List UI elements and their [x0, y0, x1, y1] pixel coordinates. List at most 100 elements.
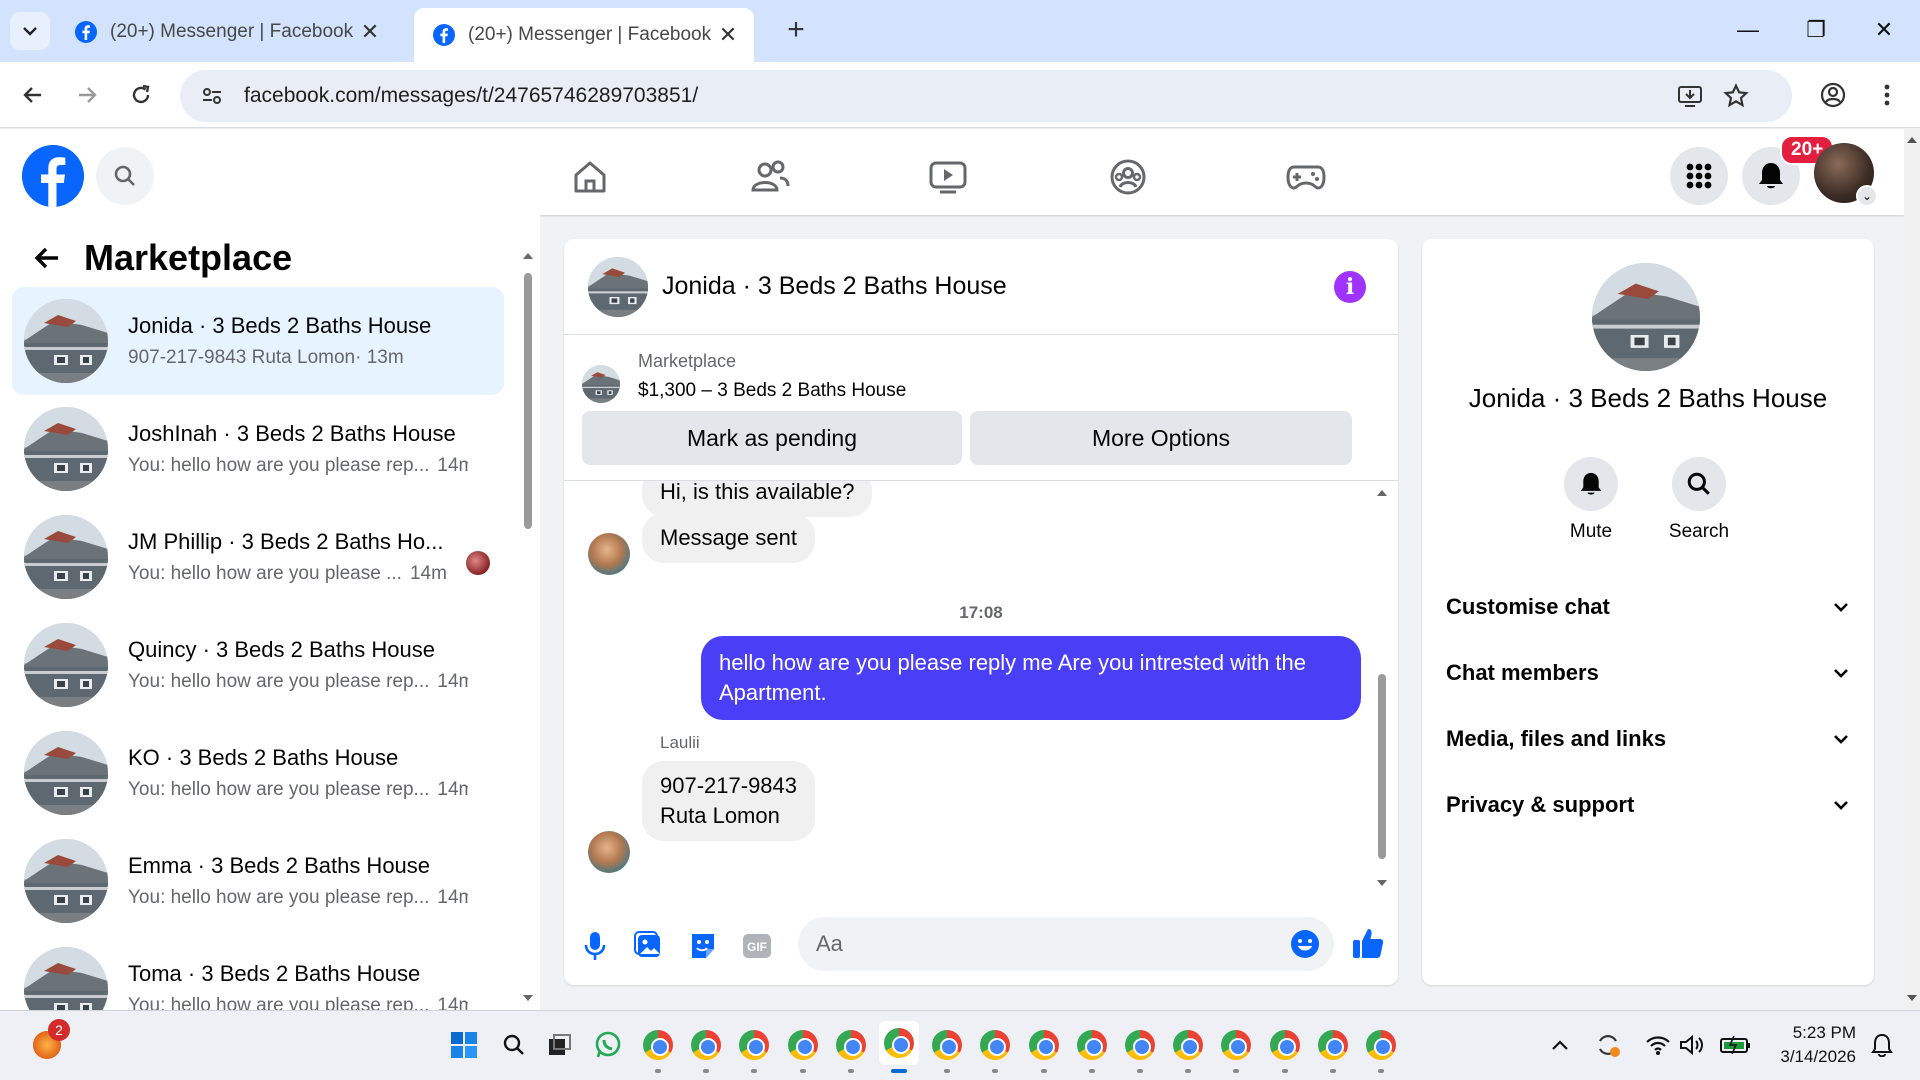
chat-list-scrollbar[interactable]	[520, 245, 536, 1010]
conversation-item[interactable]: Emma · 3 Beds 2 Baths House You: hello h…	[12, 827, 504, 935]
browser-tab[interactable]: (20+) Messenger | Facebook ✕	[56, 10, 396, 54]
message-line: 907-217-9843	[660, 773, 798, 798]
wifi-icon[interactable]	[1640, 1027, 1676, 1063]
chat-avatar[interactable]	[588, 257, 648, 317]
photo-icon[interactable]	[632, 929, 666, 963]
minimize-button[interactable]: —	[1718, 10, 1778, 50]
chrome-window-button[interactable]	[1218, 1027, 1254, 1063]
nav-friends[interactable]	[742, 149, 798, 205]
chrome-window-button[interactable]	[879, 1021, 919, 1065]
tab-search-button[interactable]	[10, 12, 50, 50]
home-icon	[574, 161, 606, 193]
page-title: Marketplace	[84, 237, 293, 278]
taskbar-search-button[interactable]	[496, 1027, 532, 1063]
conversation-time: 14m	[437, 887, 468, 908]
task-view-button[interactable]	[542, 1027, 578, 1063]
clock-date: 3/14/2026	[1780, 1047, 1856, 1066]
microphone-icon[interactable]	[578, 929, 612, 963]
new-tab-button[interactable]: +	[780, 13, 812, 46]
chrome-window-button[interactable]	[1315, 1027, 1351, 1063]
back-button[interactable]	[14, 76, 52, 114]
listing-banner[interactable]: Marketplace $1,300 – 3 Beds 2 Baths Hous…	[582, 351, 906, 403]
conversation-item[interactable]: Quincy · 3 Beds 2 Baths House You: hello…	[12, 611, 504, 719]
conversation-item[interactable]: KO · 3 Beds 2 Baths House You: hello how…	[12, 719, 504, 827]
close-window-button[interactable]: ✕	[1854, 10, 1914, 50]
more-options-button[interactable]: More Options	[970, 411, 1352, 465]
volume-icon[interactable]	[1674, 1027, 1710, 1063]
chrome-window-button[interactable]	[640, 1027, 676, 1063]
profile-button[interactable]	[1814, 76, 1852, 114]
back-button[interactable]	[30, 241, 64, 275]
chrome-window-button[interactable]	[1122, 1027, 1158, 1063]
bookmark-star-icon[interactable]	[1720, 80, 1752, 112]
chrome-icon	[1366, 1030, 1396, 1060]
notification-center-icon[interactable]	[1864, 1027, 1900, 1063]
media-files-links-section[interactable]: Media, files and links	[1446, 717, 1850, 761]
conversation-time: · 13m	[355, 347, 404, 368]
search-conversation-button[interactable]: Search	[1654, 457, 1744, 543]
account-icon	[1820, 82, 1846, 108]
sync-tray-icon[interactable]	[1590, 1027, 1626, 1063]
thumbs-up-icon[interactable]	[1350, 925, 1386, 961]
site-info-icon[interactable]	[200, 84, 224, 108]
nav-groups[interactable]	[1100, 149, 1156, 205]
thread-scrollbar[interactable]	[1374, 484, 1390, 894]
battery-icon[interactable]	[1716, 1027, 1756, 1063]
chrome-window-button[interactable]	[736, 1027, 772, 1063]
address-bar[interactable]: facebook.com/messages/t/2476574628970385…	[180, 70, 1792, 122]
chrome-window-button[interactable]	[688, 1027, 724, 1063]
privacy-support-section[interactable]: Privacy & support	[1446, 783, 1850, 827]
sticker-icon[interactable]	[686, 929, 720, 963]
chat-members-section[interactable]: Chat members	[1446, 651, 1850, 695]
info-icon[interactable]: i	[1334, 271, 1366, 303]
chat-title[interactable]: Jonida · 3 Beds 2 Baths House	[662, 272, 1007, 301]
customise-chat-section[interactable]: Customise chat	[1446, 585, 1850, 629]
menu-button[interactable]	[1670, 147, 1728, 205]
show-hidden-icons[interactable]	[1542, 1027, 1578, 1063]
tab-title: (20+) Messenger | Facebook	[110, 21, 354, 42]
chrome-window-button[interactable]	[977, 1027, 1013, 1063]
sync-icon	[1599, 1035, 1620, 1057]
message-timestamp: 17:08	[959, 603, 1003, 622]
search-icon	[503, 1034, 524, 1055]
chrome-window-button[interactable]	[1363, 1027, 1399, 1063]
close-tab-icon[interactable]: ✕	[356, 18, 384, 46]
message-bubble-incoming: Message sent	[642, 513, 815, 563]
facebook-search-button[interactable]	[96, 147, 154, 205]
chrome-window-button[interactable]	[929, 1027, 965, 1063]
account-avatar[interactable]: ⌄	[1814, 143, 1878, 207]
chrome-window-button[interactable]	[785, 1027, 821, 1063]
chrome-window-button[interactable]	[1170, 1027, 1206, 1063]
gif-icon[interactable]: GIF	[740, 929, 774, 963]
forward-button[interactable]	[68, 76, 106, 114]
browser-tab-active[interactable]: (20+) Messenger | Facebook ✕	[414, 8, 754, 62]
whatsapp-button[interactable]	[590, 1027, 626, 1063]
reload-button[interactable]	[122, 76, 160, 114]
close-tab-icon[interactable]: ✕	[714, 21, 742, 49]
nav-home[interactable]	[562, 149, 618, 205]
running-indicator	[1088, 1069, 1095, 1073]
mute-button[interactable]: Mute	[1546, 457, 1636, 543]
chrome-window-button[interactable]	[1074, 1027, 1110, 1063]
nav-gaming[interactable]	[1278, 149, 1334, 205]
install-app-icon[interactable]	[1674, 80, 1706, 112]
facebook-logo[interactable]	[22, 145, 84, 207]
chrome-window-button[interactable]	[833, 1027, 869, 1063]
chrome-window-button[interactable]	[1026, 1027, 1062, 1063]
emoji-icon[interactable]	[1290, 929, 1320, 959]
mark-as-pending-button[interactable]: Mark as pending	[582, 411, 962, 465]
conversation-item[interactable]: Toma · 3 Beds 2 Baths House You: hello h…	[12, 935, 504, 1010]
message-input[interactable]: Aa	[798, 917, 1334, 971]
marketplace-header: Marketplace	[30, 237, 292, 279]
restore-button[interactable]: ❐	[1786, 10, 1846, 50]
nav-watch[interactable]	[920, 149, 976, 205]
conversation-item[interactable]: JM Phillip · 3 Beds 2 Baths Ho... You: h…	[12, 503, 504, 611]
conversation-item[interactable]: JoshInah · 3 Beds 2 Baths House You: hel…	[12, 395, 504, 503]
system-clock[interactable]: 5:23 PM 3/14/2026	[1760, 1021, 1856, 1069]
browser-menu-button[interactable]	[1868, 76, 1906, 114]
start-button[interactable]	[446, 1027, 482, 1063]
chrome-window-button[interactable]	[1267, 1027, 1303, 1063]
conversation-item-selected[interactable]: Jonida · 3 Beds 2 Baths House 907-217-98…	[12, 287, 504, 395]
page-scrollbar[interactable]	[1904, 129, 1920, 1010]
chevron-down-icon	[1834, 603, 1848, 612]
